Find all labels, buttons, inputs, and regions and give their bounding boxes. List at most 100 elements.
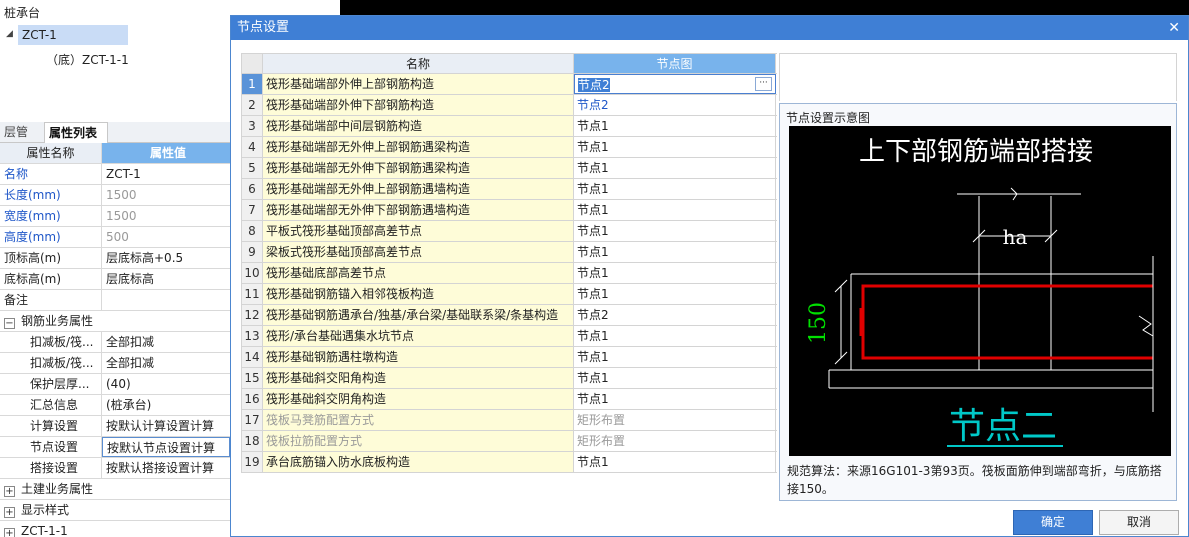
node-value[interactable]: 矩形布置 bbox=[574, 410, 776, 430]
property-row[interactable]: 宽度(mm) 1500 bbox=[0, 206, 230, 227]
property-row[interactable]: 长度(mm) 1500 bbox=[0, 185, 230, 206]
node-value[interactable]: 节点1 bbox=[574, 116, 776, 136]
node-value[interactable]: 节点1 bbox=[574, 284, 776, 304]
node-value[interactable]: 节点1 bbox=[574, 368, 776, 388]
diagram-title: 上下部钢筋端部搭接 bbox=[859, 137, 1093, 167]
grid-row[interactable]: 4 筏形基础端部无外伸上部钢筋遇梁构造 节点1 bbox=[241, 137, 777, 158]
property-value[interactable] bbox=[102, 290, 230, 310]
property-name: 扣减板/筏... bbox=[0, 353, 102, 373]
property-value[interactable]: (40) bbox=[102, 374, 230, 394]
node-value[interactable]: 节点2 bbox=[574, 95, 776, 115]
property-value[interactable]: 层底标高+0.5 bbox=[102, 248, 230, 268]
property-row[interactable]: 节点设置 按默认节点设置计算 bbox=[0, 437, 230, 458]
close-icon[interactable]: ✕ bbox=[1168, 16, 1180, 40]
grid-row[interactable]: 6 筏形基础端部无外伸上部钢筋遇墙构造 节点1 bbox=[241, 179, 777, 200]
property-name: 备注 bbox=[0, 290, 102, 310]
expand-plus-icon[interactable]: + bbox=[4, 486, 15, 497]
node-value[interactable]: 节点1 bbox=[574, 179, 776, 199]
node-value[interactable]: 节点2 bbox=[574, 305, 776, 325]
expand-plus-icon[interactable]: + bbox=[4, 528, 15, 537]
grid-row[interactable]: 19 承台底筋锚入防水底板构造 节点1 bbox=[241, 452, 777, 473]
property-group-rebar[interactable]: − 钢筋业务属性 bbox=[0, 311, 230, 332]
property-value[interactable]: 1500 bbox=[102, 206, 230, 226]
grid-row[interactable]: 9 梁板式筏形基础顶部高差节点 节点1 bbox=[241, 242, 777, 263]
node-value[interactable]: 节点1 bbox=[574, 158, 776, 178]
grid-row[interactable]: 1 筏形基础端部外伸上部钢筋构造 节点2 ··· bbox=[241, 74, 777, 95]
node-value[interactable]: 节点1 bbox=[574, 263, 776, 283]
property-row[interactable]: 搭接设置 按默认搭接设置计算 bbox=[0, 458, 230, 479]
grid-row[interactable]: 16 筏形基础斜交阴角构造 节点1 bbox=[241, 389, 777, 410]
row-number: 19 bbox=[241, 452, 263, 472]
property-value[interactable]: 全部扣减 bbox=[102, 353, 230, 373]
property-row[interactable]: 计算设置 按默认计算设置计算 bbox=[0, 416, 230, 437]
grid-row[interactable]: 7 筏形基础端部无外伸下部钢筋遇墙构造 节点1 bbox=[241, 200, 777, 221]
property-group-label: ZCT-1-1 bbox=[21, 524, 68, 537]
node-value[interactable]: 节点1 bbox=[574, 326, 776, 346]
grid-row[interactable]: 10 筏形基础底部高差节点 节点1 bbox=[241, 263, 777, 284]
node-name: 平板式筏形基础顶部高差节点 bbox=[263, 221, 574, 241]
node-value[interactable]: 节点1 bbox=[574, 221, 776, 241]
property-row[interactable]: 底标高(m) 层底标高 bbox=[0, 269, 230, 290]
node-value[interactable]: 节点1 bbox=[574, 389, 776, 409]
node-settings-dialog: 节点设置 ✕ 名称 节点图 1 筏形基础端部外伸上部钢筋构造 节点2 ··· 2 筏形基础… bbox=[230, 15, 1189, 537]
preview-label: 节点设置示意图 bbox=[786, 111, 871, 125]
node-name: 筏形基础端部无外伸上部钢筋遇墙构造 bbox=[263, 179, 574, 199]
ellipsis-icon[interactable]: ··· bbox=[755, 77, 772, 91]
grid-row[interactable]: 15 筏形基础斜交阳角构造 节点1 bbox=[241, 368, 777, 389]
row-number: 9 bbox=[241, 242, 263, 262]
node-value[interactable]: 节点1 bbox=[574, 452, 776, 472]
property-row[interactable]: 汇总信息 (桩承台) bbox=[0, 395, 230, 416]
node-value[interactable]: 节点1 bbox=[574, 137, 776, 157]
property-value[interactable]: 1500 bbox=[102, 185, 230, 205]
dialog-title: 节点设置 bbox=[237, 20, 290, 35]
node-value[interactable]: 节点1 bbox=[574, 200, 776, 220]
node-value-text[interactable]: 节点2 bbox=[578, 78, 610, 92]
property-value[interactable]: ZCT-1 bbox=[102, 164, 230, 184]
tab-property-list[interactable]: 属性列表 bbox=[44, 122, 108, 143]
property-value[interactable]: 全部扣减 bbox=[102, 332, 230, 352]
property-row[interactable]: 高度(mm) 500 bbox=[0, 227, 230, 248]
property-value[interactable]: 500 bbox=[102, 227, 230, 247]
collapse-arrow-icon[interactable]: ◢ bbox=[6, 29, 13, 39]
cancel-button[interactable]: 取消 bbox=[1099, 510, 1179, 535]
grid-row[interactable]: 3 筏形基础端部中间层钢筋构造 节点1 bbox=[241, 116, 777, 137]
grid-row[interactable]: 12 筏形基础钢筋遇承台/独基/承台梁/基础联系梁/条基构造 节点2 bbox=[241, 305, 777, 326]
ok-button[interactable]: 确定 bbox=[1013, 510, 1093, 535]
node-value[interactable]: 节点1 bbox=[574, 347, 776, 367]
left-tabs: 层管理 属性列表 bbox=[0, 122, 230, 159]
grid-row[interactable]: 13 筏形/承台基础遇集水坑节点 节点1 bbox=[241, 326, 777, 347]
property-group-display[interactable]: + 显示样式 bbox=[0, 500, 230, 521]
grid-row[interactable]: 18 筏板拉筋配置方式 矩形布置 bbox=[241, 431, 777, 452]
grid-row[interactable]: 11 筏形基础钢筋锚入相邻筏板构造 节点1 bbox=[241, 284, 777, 305]
grid-row[interactable]: 17 筏板马凳筋配置方式 矩形布置 bbox=[241, 410, 777, 431]
expand-plus-icon[interactable]: + bbox=[4, 507, 15, 518]
grid-header-node: 节点图 bbox=[574, 54, 776, 73]
property-name: 搭接设置 bbox=[0, 458, 102, 478]
tree-node-zct1[interactable]: ZCT-1 bbox=[18, 25, 128, 45]
node-value[interactable]: 节点1 bbox=[574, 242, 776, 262]
grid-row[interactable]: 2 筏形基础端部外伸下部钢筋构造 节点2 bbox=[241, 95, 777, 116]
tab-layer-management[interactable]: 层管理 bbox=[0, 122, 42, 159]
property-row[interactable]: 保护层厚... (40) bbox=[0, 374, 230, 395]
property-row[interactable]: 顶标高(m) 层底标高+0.5 bbox=[0, 248, 230, 269]
node-value[interactable]: 矩形布置 bbox=[574, 431, 776, 451]
node-value[interactable]: 节点2 ··· bbox=[574, 74, 776, 94]
property-row[interactable]: 名称 ZCT-1 bbox=[0, 164, 230, 185]
property-row[interactable]: 备注 bbox=[0, 290, 230, 311]
property-value[interactable]: 层底标高 bbox=[102, 269, 230, 289]
property-row[interactable]: 扣减板/筏... 全部扣减 bbox=[0, 332, 230, 353]
property-group-label: 土建业务属性 bbox=[21, 482, 94, 496]
grid-row[interactable]: 14 筏形基础钢筋遇柱墩构造 节点1 bbox=[241, 347, 777, 368]
property-row[interactable]: 扣减板/筏... 全部扣减 bbox=[0, 353, 230, 374]
property-group-label: 显示样式 bbox=[21, 503, 70, 517]
property-group-civil[interactable]: + 土建业务属性 bbox=[0, 479, 230, 500]
property-value[interactable]: (桩承台) bbox=[102, 395, 230, 415]
property-value-editing[interactable]: 按默认节点设置计算 bbox=[102, 437, 230, 457]
grid-row[interactable]: 5 筏形基础端部无外伸下部钢筋遇梁构造 节点1 bbox=[241, 158, 777, 179]
property-group-sub[interactable]: + ZCT-1-1 bbox=[0, 521, 230, 537]
collapse-minus-icon[interactable]: − bbox=[4, 318, 15, 329]
grid-row[interactable]: 8 平板式筏形基础顶部高差节点 节点1 bbox=[241, 221, 777, 242]
property-value[interactable]: 按默认搭接设置计算 bbox=[102, 458, 230, 478]
property-value[interactable]: 按默认计算设置计算 bbox=[102, 416, 230, 436]
tree-node-zct1-1[interactable]: （底）ZCT-1-1 bbox=[46, 51, 129, 68]
